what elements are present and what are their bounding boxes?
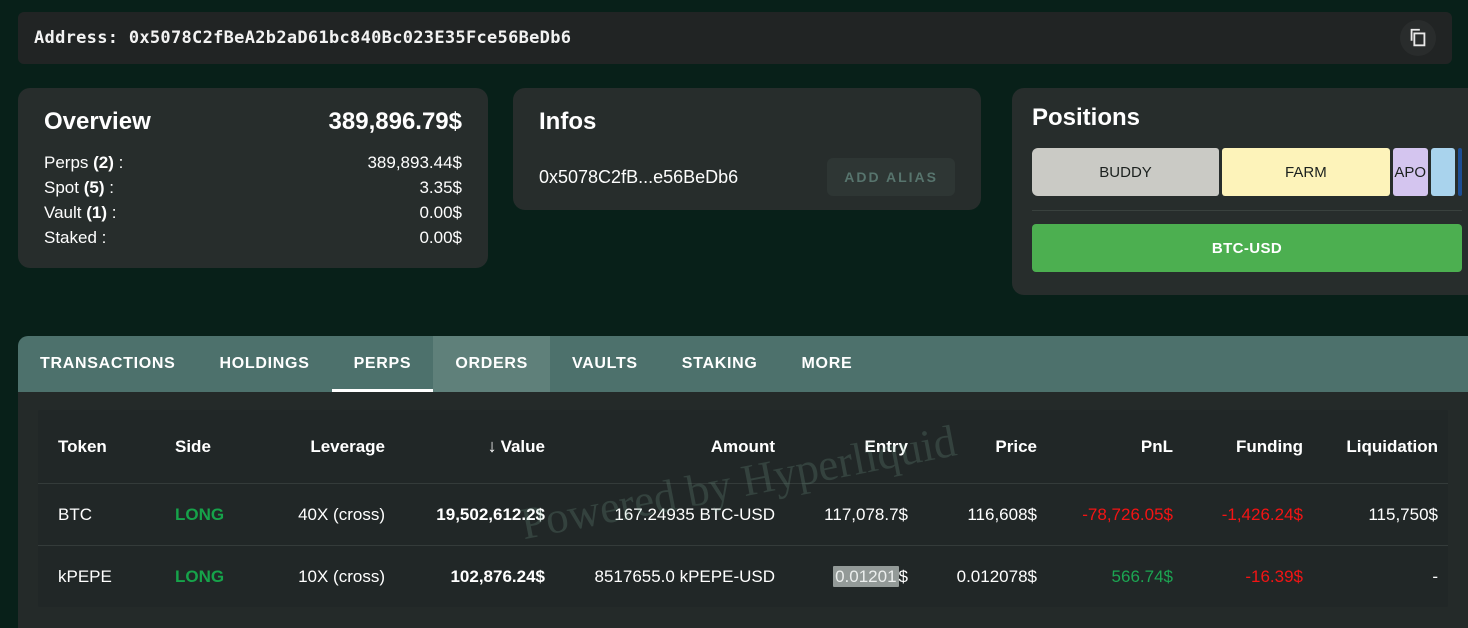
overview-row-label: Perps (2) : (44, 153, 124, 172)
position-tag-clipped[interactable] (1458, 148, 1462, 196)
overview-title: Overview (44, 108, 151, 135)
address-value: 0x5078C2fBeA2b2aD61bc840Bc023E35Fce56BeD… (128, 28, 572, 48)
perps-table: Powered by Hyperliquid Token Side Levera… (38, 410, 1448, 607)
position-tags: BUDDY FARM APO (1032, 148, 1462, 196)
column-header-price[interactable]: Price (908, 437, 1037, 457)
cell-price: 0.012078$ (956, 566, 1037, 586)
table-header-row: Token Side Leverage ↓ Value Amount Entry … (38, 410, 1448, 483)
overview-row-vault: Vault (1) : 0.00$ (44, 200, 462, 225)
column-header-value[interactable]: ↓ Value (385, 436, 545, 457)
position-tag-buddy[interactable]: BUDDY (1032, 148, 1220, 196)
overview-row-value: 0.00$ (419, 203, 462, 222)
position-tag-blue[interactable] (1430, 148, 1456, 196)
overview-row-staked: Staked : 0.00$ (44, 225, 462, 250)
column-header-pnl[interactable]: PnL (1037, 437, 1173, 457)
cell-leverage: 10X (cross) (298, 566, 385, 586)
column-header-token[interactable]: Token (58, 437, 175, 457)
overview-row-label: Vault (1) : (44, 203, 117, 222)
cell-amount: 167.24935 BTC-USD (614, 504, 775, 524)
cell-value: 19,502,612.2$ (436, 504, 545, 524)
cell-value: 102,876.24$ (450, 566, 545, 586)
overview-row-spot: Spot (5) : 3.35$ (44, 175, 462, 200)
cell-funding: -1,426.24$ (1221, 504, 1303, 524)
add-alias-button[interactable]: ADD ALIAS (827, 158, 955, 196)
positions-card: Positions BUDDY FARM APO BTC-USD (1012, 88, 1468, 295)
copy-address-button[interactable] (1400, 20, 1436, 56)
infos-title: Infos (539, 108, 597, 135)
cell-pnl: -78,726.05$ (1082, 504, 1173, 524)
column-header-entry[interactable]: Entry (775, 437, 908, 457)
cell-liquidation: - (1432, 566, 1438, 586)
column-header-amount[interactable]: Amount (545, 437, 775, 457)
cell-token: BTC (58, 504, 92, 524)
copy-icon (1410, 28, 1426, 47)
tab-content-panel: Powered by Hyperliquid Token Side Levera… (18, 392, 1468, 628)
overview-row-label: Spot (5) : (44, 178, 114, 197)
tab-transactions[interactable]: TRANSACTIONS (18, 336, 198, 392)
overview-card: Overview 389,896.79$ Perps (2) : 389,893… (18, 88, 488, 268)
cell-side: LONG (175, 504, 225, 524)
cell-entry: 0.01201 $ (833, 565, 908, 587)
tab-vaults[interactable]: VAULTS (550, 336, 660, 392)
cell-token: kPEPE (58, 566, 112, 586)
cell-leverage: 40X (cross) (298, 504, 385, 524)
table-row-kpepe[interactable]: kPEPE LONG 10X (cross) 102,876.24$ 85176… (38, 545, 1448, 607)
tab-perps[interactable]: PERPS (332, 336, 434, 392)
selected-text: 0.01201 (833, 565, 899, 587)
infos-card: Infos 0x5078C2fB...e56BeDb6 ADD ALIAS (513, 88, 981, 210)
positions-title: Positions (1032, 104, 1141, 131)
cell-entry: 117,078.7$ (824, 504, 908, 524)
table-row-btc[interactable]: BTC LONG 40X (cross) 19,502,612.2$ 167.2… (38, 483, 1448, 545)
short-address: 0x5078C2fB...e56BeDb6 (539, 166, 739, 187)
tab-holdings[interactable]: HOLDINGS (198, 336, 332, 392)
column-header-side[interactable]: Side (175, 437, 265, 457)
overview-row-perps: Perps (2) : 389,893.44$ (44, 150, 462, 175)
overview-breakdown: Perps (2) : 389,893.44$ Spot (5) : 3.35$… (44, 150, 462, 250)
address-prefix: Address: (34, 28, 119, 48)
address-label: Address: 0x5078C2fBeA2b2aD61bc840Bc023E3… (34, 28, 571, 48)
position-tag-farm[interactable]: FARM (1222, 148, 1390, 196)
column-header-leverage[interactable]: Leverage (265, 437, 385, 457)
positions-divider (1032, 210, 1462, 211)
tab-staking[interactable]: STAKING (660, 336, 780, 392)
address-bar: Address: 0x5078C2fBeA2b2aD61bc840Bc023E3… (18, 12, 1452, 64)
column-header-funding[interactable]: Funding (1173, 437, 1303, 457)
cell-funding: -16.39$ (1245, 566, 1303, 586)
overview-row-value: 389,893.44$ (367, 153, 462, 172)
overview-row-value: 3.35$ (419, 178, 462, 197)
cell-liquidation: 115,750$ (1368, 504, 1438, 524)
overview-row-value: 0.00$ (419, 228, 462, 247)
main-tab-bar: TRANSACTIONS HOLDINGS PERPS ORDERS VAULT… (18, 336, 1468, 392)
tab-orders[interactable]: ORDERS (433, 336, 550, 392)
sort-descending-icon: ↓ (487, 436, 497, 456)
cell-side: LONG (175, 566, 225, 586)
column-header-liquidation[interactable]: Liquidation (1303, 437, 1438, 457)
cell-amount: 8517655.0 kPEPE-USD (594, 566, 776, 586)
position-tag-apo[interactable]: APO (1392, 148, 1428, 196)
cell-price: 116,608$ (967, 504, 1037, 524)
tab-more[interactable]: MORE (780, 336, 875, 392)
cell-pnl: 566.74$ (1111, 566, 1173, 586)
overview-total-value: 389,896.79$ (328, 108, 462, 135)
overview-row-label: Staked : (44, 228, 107, 247)
pair-button-btc-usd[interactable]: BTC-USD (1032, 224, 1462, 272)
